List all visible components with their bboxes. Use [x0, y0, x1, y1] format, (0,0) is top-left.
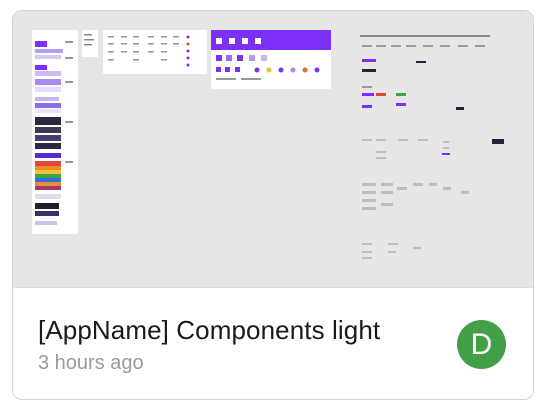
last-edited-time: 3 hours ago — [38, 352, 144, 374]
avatar-initial: D — [470, 327, 493, 361]
thumbnail-frame-purple — [211, 30, 331, 89]
file-thumbnail[interactable] — [13, 11, 533, 288]
file-card[interactable]: [AppName] Components light 3 hours ago D — [12, 10, 534, 400]
thumbnail-frame-narrow — [82, 30, 98, 57]
user-avatar[interactable]: D — [457, 320, 506, 369]
thumbnail-frame-palette — [32, 30, 78, 234]
thumbnail-frame-board — [360, 35, 504, 259]
file-title[interactable]: [AppName] Components light — [38, 315, 380, 346]
thumbnail-frame-icons — [103, 30, 207, 74]
file-card-footer: [AppName] Components light 3 hours ago D — [13, 288, 533, 399]
thumbnail-canvas-preview — [32, 30, 504, 259]
